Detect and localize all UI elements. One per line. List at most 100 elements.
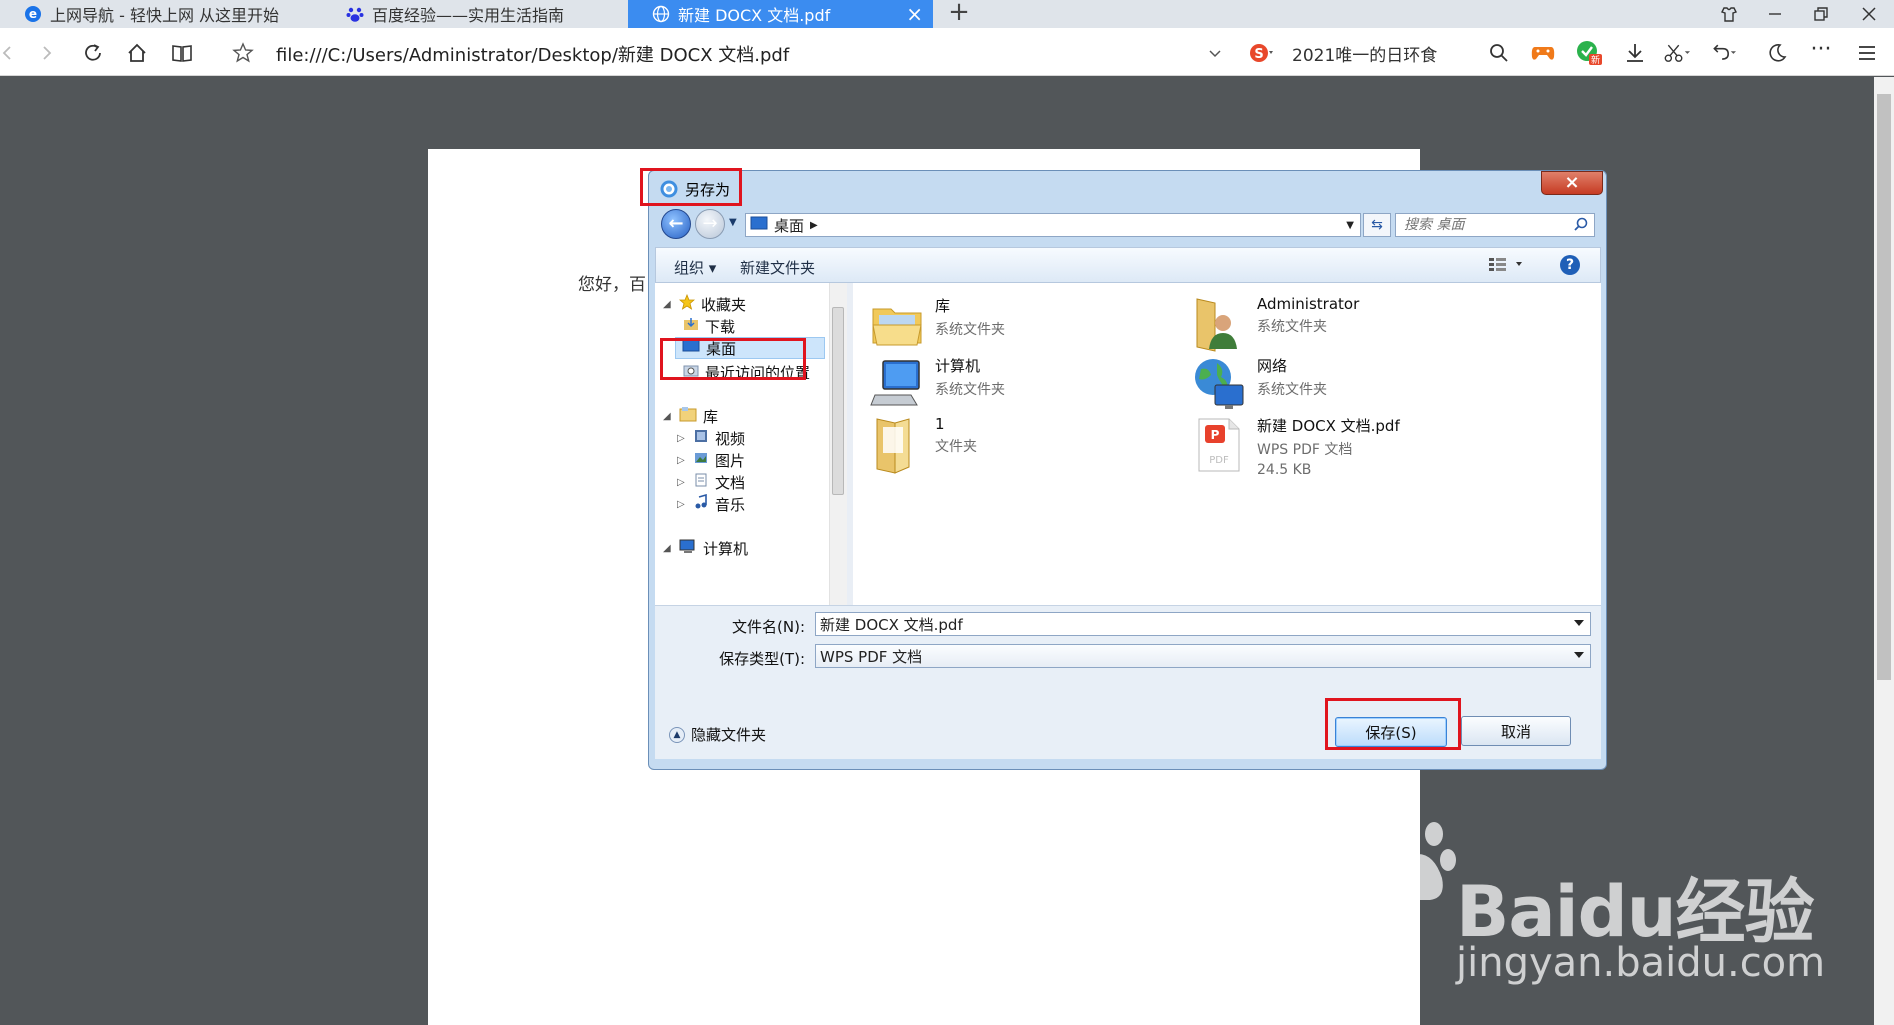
music-icon [693,493,709,514]
dialog-back-button[interactable]: ← [661,209,691,239]
nav-favorites[interactable]: ◢ 收藏夹 [663,293,746,315]
back-icon[interactable] [0,40,20,66]
download-icon[interactable] [1622,40,1648,66]
organize-menu[interactable]: 组织 ▾ [674,257,716,278]
url-dropdown-icon[interactable] [1202,40,1228,66]
more-menu-icon[interactable]: ··· [1808,36,1834,62]
nav-computer[interactable]: ◢ 计算机 [663,537,748,559]
filename-label: 文件名(N): [732,618,805,636]
reload-icon[interactable] [80,40,106,66]
new-folder-button[interactable]: 新建文件夹 [740,257,815,278]
nav-libraries[interactable]: ◢ 库 [663,405,718,427]
filetype-label: 保存类型(T): [719,650,805,668]
highlight-dialog-title [640,168,742,206]
collapse-arrow-icon[interactable]: ◢ [663,543,673,554]
restore-button[interactable] [1798,0,1844,28]
expand-arrow-icon[interactable]: ▷ [677,499,687,510]
tab-pdf-active[interactable]: 新建 DOCX 文档.pdf × [628,0,933,28]
pictures-icon [693,450,709,470]
breadcrumb-desktop[interactable]: 桌面 [774,215,804,236]
minimize-button[interactable] [1752,0,1798,28]
refresh-icon[interactable]: ⇆ [1363,213,1391,237]
forward-icon[interactable] [34,40,60,66]
downloads-folder-icon [683,316,699,336]
close-window-button[interactable] [1846,0,1892,28]
file-size: 24.5 KB [1257,462,1312,478]
user-folder-icon [1191,295,1247,352]
new-tab-button[interactable]: + [945,0,973,28]
nav-pictures[interactable]: ▷ 图片 [677,449,745,471]
library-icon [679,406,697,426]
hamburger-menu-icon[interactable] [1854,40,1880,66]
filename-value[interactable]: 新建 DOCX 文档.pdf [820,614,963,635]
night-mode-moon-icon[interactable] [1764,40,1790,66]
expand-arrow-icon[interactable]: ▷ [677,455,687,466]
library-folder-icon [869,295,925,351]
svg-text:S: S [1254,47,1263,62]
nav-label: 音乐 [715,495,746,514]
search-icon[interactable] [1574,217,1588,235]
videos-icon [693,428,709,448]
save-as-dialog: 另存为 × ← → ▼ 桌面 ▶ ▼ ⇆ 组织 ▾ 新建文件夹 ? ◢ 收藏夹 [648,170,1607,770]
search-icon[interactable] [1486,40,1512,66]
dialog-forward-button[interactable]: → [695,209,725,239]
hide-folders-toggle[interactable]: ▲ 隐藏文件夹 [669,724,766,745]
page-scrollbar-thumb[interactable] [1877,94,1891,680]
dialog-search-input[interactable] [1404,217,1564,233]
file-item-pdf[interactable]: P PDF 新建 DOCX 文档.pdf WPS PDF 文档 24.5 KB [1191,415,1400,478]
file-item-network[interactable]: 网络 系统文件夹 [1191,355,1327,411]
filename-field[interactable]: 新建 DOCX 文档.pdf [815,612,1591,636]
bookmark-star-icon[interactable] [230,40,256,66]
recent-locations-dropdown[interactable]: ▼ [729,217,737,228]
nav-music[interactable]: ▷ 音乐 [677,493,745,515]
file-name: 计算机 [935,357,981,375]
nav-label: 计算机 [703,539,749,558]
home-icon[interactable] [124,40,150,66]
undo-icon[interactable] [1710,40,1736,66]
file-type: 系统文件夹 [935,382,1005,398]
file-item-folder-1[interactable]: 1 文件夹 [869,415,977,474]
dialog-close-button[interactable]: × [1541,171,1603,195]
filetype-dropdown-icon[interactable] [1574,652,1584,658]
nav-downloads[interactable]: 下载 [683,315,735,337]
baidu-paw-icon [346,5,364,23]
file-item-administrator[interactable]: Administrator 系统文件夹 [1191,295,1360,352]
nav-documents[interactable]: ▷ 文档 [677,471,745,493]
sogou-search-engine-icon[interactable]: S [1248,40,1274,66]
filetype-select[interactable]: WPS PDF 文档 [815,644,1591,668]
path-breadcrumb[interactable]: 桌面 ▶ ▼ [745,213,1361,237]
expand-arrow-icon[interactable]: ▷ [677,477,687,488]
scissors-icon[interactable] [1664,40,1690,66]
search-field[interactable]: 2021唯一的日环食 [1292,41,1437,66]
close-tab-icon[interactable]: × [906,3,923,25]
wechat-new-icon[interactable]: 新 [1576,40,1602,66]
url-field[interactable]: file:///C:/Users/Administrator/Desktop/新… [276,41,789,67]
view-options-icon[interactable] [1488,256,1528,276]
documents-icon [693,472,709,492]
dialog-search-box[interactable] [1395,213,1595,237]
reader-icon[interactable] [169,40,195,66]
skin-icon[interactable] [1706,0,1752,28]
file-name: Administrator [1257,295,1360,313]
nav-pane-scrollbar-thumb[interactable] [832,307,844,495]
tab-baidu-jingyan[interactable]: 百度经验——实用生活指南 [322,0,627,28]
cancel-button[interactable]: 取消 [1461,716,1571,746]
chevron-up-icon: ▲ [669,726,685,743]
file-item-computer[interactable]: 计算机 系统文件夹 [869,355,1005,411]
game-controller-icon[interactable] [1530,40,1556,66]
collapse-arrow-icon[interactable]: ◢ [663,411,673,422]
tab-home-nav[interactable]: e 上网导航 - 轻快上网 从这里开始 [0,0,320,28]
filename-dropdown-icon[interactable] [1574,620,1584,626]
help-icon[interactable]: ? [1560,255,1580,275]
collapse-arrow-icon[interactable]: ◢ [663,299,673,310]
file-type: WPS PDF 文档 [1257,442,1353,458]
folder-icon [869,415,925,474]
file-name: 1 [935,415,945,433]
file-type: 系统文件夹 [1257,319,1327,335]
nav-videos[interactable]: ▷ 视频 [677,427,745,449]
breadcrumb-chevron-icon[interactable]: ▶ [810,220,818,231]
path-dropdown-icon[interactable]: ▼ [1346,220,1354,231]
file-item-libraries[interactable]: 库系统文件夹 [869,295,1005,351]
expand-arrow-icon[interactable]: ▷ [677,433,687,444]
filetype-value[interactable]: WPS PDF 文档 [820,646,922,667]
